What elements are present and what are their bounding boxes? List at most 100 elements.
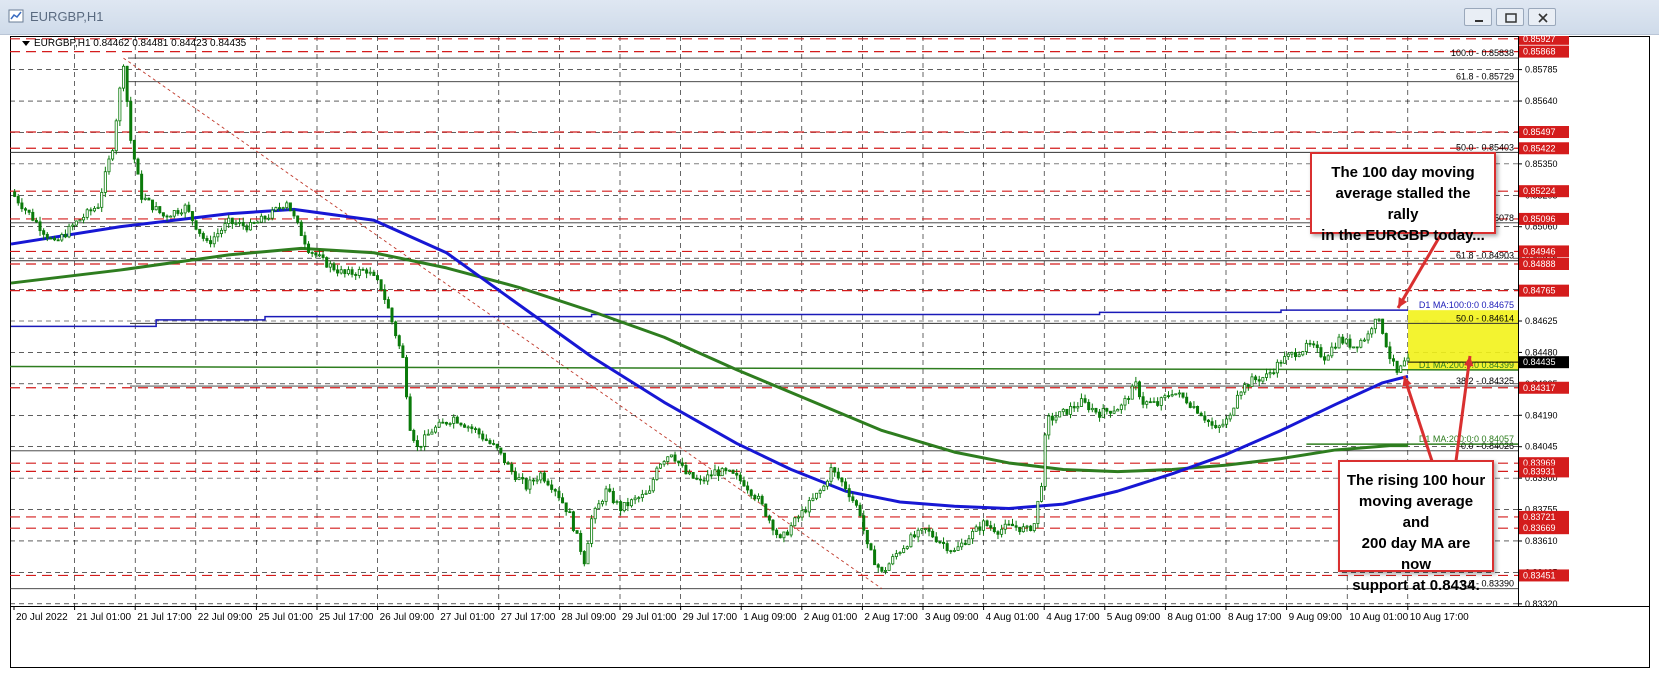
candle bbox=[1384, 333, 1388, 348]
candle bbox=[1127, 398, 1131, 400]
candle bbox=[517, 477, 521, 481]
candle bbox=[368, 271, 372, 274]
x-tick-label: 29 Jul 17:00 bbox=[683, 612, 738, 623]
candle bbox=[129, 101, 133, 141]
candle bbox=[1000, 528, 1004, 535]
candle bbox=[655, 467, 659, 480]
candle bbox=[1152, 401, 1156, 403]
candle bbox=[764, 503, 768, 517]
minimize-icon bbox=[1475, 20, 1483, 22]
candle bbox=[263, 215, 267, 220]
candle bbox=[1294, 352, 1298, 358]
candle bbox=[782, 531, 786, 539]
candle bbox=[252, 222, 256, 224]
candle bbox=[542, 472, 546, 482]
fib-label: 38.2 - 0.84325 bbox=[1456, 376, 1514, 386]
symbol-info: EURGBP,H1 0.84462 0.84481 0.84423 0.8443… bbox=[22, 38, 246, 49]
candle bbox=[851, 496, 855, 502]
candle bbox=[934, 536, 938, 543]
candle bbox=[974, 526, 978, 532]
candle bbox=[183, 204, 187, 214]
candle bbox=[1156, 401, 1160, 406]
candle bbox=[775, 529, 779, 536]
candle bbox=[1090, 407, 1094, 411]
candle bbox=[303, 235, 307, 245]
candle bbox=[415, 440, 419, 447]
candle bbox=[735, 472, 739, 476]
close-button[interactable] bbox=[1528, 8, 1556, 26]
candle bbox=[1257, 379, 1261, 382]
candle bbox=[238, 221, 242, 224]
candle bbox=[67, 225, 71, 238]
x-tick-label: 27 Jul 01:00 bbox=[440, 612, 495, 623]
candle bbox=[390, 307, 394, 323]
candle bbox=[434, 426, 438, 433]
candle bbox=[234, 222, 238, 225]
candle bbox=[176, 210, 180, 214]
candle bbox=[767, 515, 771, 521]
candle bbox=[981, 520, 985, 531]
candle bbox=[502, 452, 506, 464]
candle bbox=[495, 443, 499, 449]
candle bbox=[854, 500, 858, 506]
candle bbox=[53, 237, 57, 241]
candle bbox=[891, 556, 895, 565]
candle bbox=[56, 239, 60, 242]
candle bbox=[1330, 346, 1334, 357]
red-level-label: 0.83931 bbox=[1523, 466, 1556, 476]
candle bbox=[746, 485, 750, 491]
candle bbox=[24, 208, 28, 211]
x-tick-label: 9 Aug 09:00 bbox=[1289, 612, 1343, 623]
candle bbox=[571, 511, 575, 531]
candle bbox=[629, 499, 633, 507]
candle bbox=[1021, 526, 1025, 533]
candle bbox=[147, 197, 151, 201]
x-tick-label: 1 Aug 09:00 bbox=[743, 612, 797, 623]
ma-label: D1 MA:100:0:0 0.84675 bbox=[1419, 300, 1514, 310]
x-tick-label: 25 Jul 01:00 bbox=[258, 612, 313, 623]
candle bbox=[103, 171, 107, 193]
candle bbox=[720, 468, 724, 477]
candle bbox=[1243, 384, 1247, 393]
candle bbox=[1014, 525, 1018, 528]
candle bbox=[952, 550, 956, 552]
candle bbox=[386, 299, 390, 309]
candle bbox=[1355, 346, 1359, 349]
candle bbox=[1221, 423, 1225, 427]
candle bbox=[78, 219, 82, 222]
candle bbox=[212, 236, 216, 245]
candle bbox=[550, 484, 554, 490]
candle bbox=[1177, 392, 1181, 395]
candle bbox=[1072, 406, 1076, 409]
candle bbox=[82, 216, 86, 221]
candle bbox=[430, 431, 434, 435]
candle bbox=[557, 490, 561, 499]
candle bbox=[648, 490, 652, 494]
candle bbox=[608, 488, 612, 492]
red-level-label: 0.85927 bbox=[1523, 36, 1556, 44]
candle bbox=[1174, 393, 1178, 396]
candle bbox=[590, 518, 594, 544]
candle bbox=[836, 471, 840, 479]
candle bbox=[332, 263, 336, 271]
candle bbox=[1286, 353, 1290, 357]
y-tick-label: 0.84625 bbox=[1525, 316, 1558, 326]
minimize-button[interactable] bbox=[1464, 8, 1492, 26]
candle bbox=[604, 488, 608, 502]
candle bbox=[1283, 356, 1287, 364]
candle bbox=[1228, 414, 1232, 420]
maximize-button[interactable] bbox=[1496, 8, 1524, 26]
candle bbox=[1352, 346, 1356, 349]
candle bbox=[216, 233, 220, 238]
candle bbox=[633, 497, 637, 501]
y-tick-label: 0.83610 bbox=[1525, 536, 1558, 546]
candle bbox=[307, 243, 311, 253]
x-tick-label: 22 Jul 09:00 bbox=[198, 612, 253, 623]
candle bbox=[274, 207, 278, 211]
candle bbox=[459, 422, 463, 426]
candle bbox=[379, 279, 383, 291]
dropdown-triangle-icon[interactable] bbox=[22, 40, 30, 46]
fib-label: 50.0 - 0.84614 bbox=[1456, 313, 1514, 323]
window-titlebar[interactable]: EURGBP,H1 bbox=[0, 0, 1659, 35]
candle bbox=[441, 421, 445, 424]
